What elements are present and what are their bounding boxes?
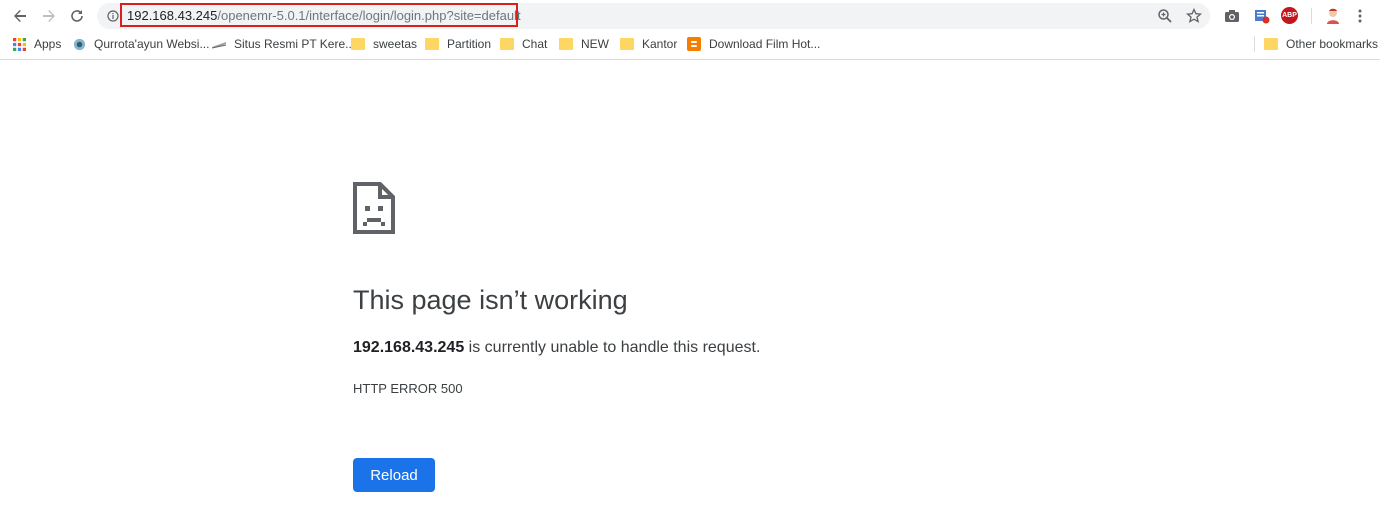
refresh-button[interactable] xyxy=(65,4,89,28)
camera-icon[interactable] xyxy=(1224,8,1240,24)
bookmark-qurrota[interactable]: Qurrota'ayun Websi... xyxy=(73,36,209,52)
bookmarks-divider xyxy=(1254,36,1255,52)
bookmark-folder-kantor[interactable]: Kantor xyxy=(620,36,677,52)
site-favicon xyxy=(73,38,86,50)
toolbar-bottom-border xyxy=(0,59,1380,60)
menu-kebab-icon[interactable] xyxy=(1352,8,1368,24)
adblock-icon[interactable]: ABP xyxy=(1281,7,1298,24)
bookmark-folder-sweetas[interactable]: sweetas xyxy=(351,36,417,52)
bookmark-download-film[interactable]: Download Film Hot... xyxy=(687,36,820,52)
bookmark-situs-resmi[interactable]: Situs Resmi PT Kere... xyxy=(212,36,355,52)
error-host: 192.168.43.245 xyxy=(353,339,465,356)
extension-icon[interactable] xyxy=(1254,8,1270,24)
bookmark-folder-chat[interactable]: Chat xyxy=(500,36,547,52)
bookmark-label: Qurrota'ayun Websi... xyxy=(94,37,210,51)
folder-icon xyxy=(1264,38,1278,50)
error-title: This page isn’t working xyxy=(353,285,628,315)
url-text[interactable]: 192.168.43.245/openemr-5.0.1/interface/l… xyxy=(120,3,521,27)
back-button[interactable] xyxy=(8,4,32,28)
bookmark-label: Situs Resmi PT Kere... xyxy=(234,37,356,51)
toolbar-divider xyxy=(1311,8,1312,24)
apps-grid-icon xyxy=(13,37,26,51)
bookmark-label: Apps xyxy=(34,37,62,51)
reload-button[interactable]: Reload xyxy=(353,458,435,492)
url-host: 192.168.43.245 xyxy=(127,7,218,23)
error-message-text: is currently unable to handle this reque… xyxy=(464,339,761,356)
bookmark-label: Kantor xyxy=(642,37,678,51)
bookmark-label: Partition xyxy=(447,37,492,51)
folder-icon xyxy=(559,38,573,50)
url-path: /openemr-5.0.1/interface/login/login.php… xyxy=(217,7,521,23)
forward-arrow-icon xyxy=(43,10,55,22)
browser-toolbar: 192.168.43.245/openemr-5.0.1/interface/l… xyxy=(0,0,1380,32)
info-icon[interactable] xyxy=(107,10,119,22)
train-icon xyxy=(212,42,226,49)
profile-avatar-icon[interactable] xyxy=(1324,7,1342,25)
folder-icon xyxy=(620,38,634,50)
zoom-icon[interactable] xyxy=(1157,8,1173,24)
address-bar[interactable]: 192.168.43.245/openemr-5.0.1/interface/l… xyxy=(97,3,1210,29)
bookmark-folder-partition[interactable]: Partition xyxy=(425,36,491,52)
bookmark-star-icon[interactable] xyxy=(1186,8,1202,24)
forward-button[interactable] xyxy=(37,4,61,28)
folder-icon xyxy=(500,38,514,50)
bookmark-label: Download Film Hot... xyxy=(709,37,821,51)
blogger-icon xyxy=(687,37,701,51)
folder-icon xyxy=(351,38,365,50)
back-arrow-icon xyxy=(14,10,26,22)
bookmark-folder-other[interactable]: Other bookmarks xyxy=(1264,36,1378,52)
bookmark-label: Chat xyxy=(522,37,548,51)
refresh-icon xyxy=(71,10,83,22)
bookmark-label: sweetas xyxy=(373,37,418,51)
bookmark-label: NEW xyxy=(581,37,609,51)
bookmark-apps[interactable]: Apps xyxy=(13,36,61,52)
folder-icon xyxy=(425,38,439,50)
error-message: 192.168.43.245 is currently unable to ha… xyxy=(353,339,760,357)
bookmark-label: Other bookmarks xyxy=(1286,37,1379,51)
bookmarks-bar: Apps Qurrota'ayun Websi... Situs Resmi P… xyxy=(0,32,1380,56)
sad-page-icon xyxy=(353,182,395,234)
error-code: HTTP ERROR 500 xyxy=(353,381,463,396)
bookmark-folder-new[interactable]: NEW xyxy=(559,36,609,52)
